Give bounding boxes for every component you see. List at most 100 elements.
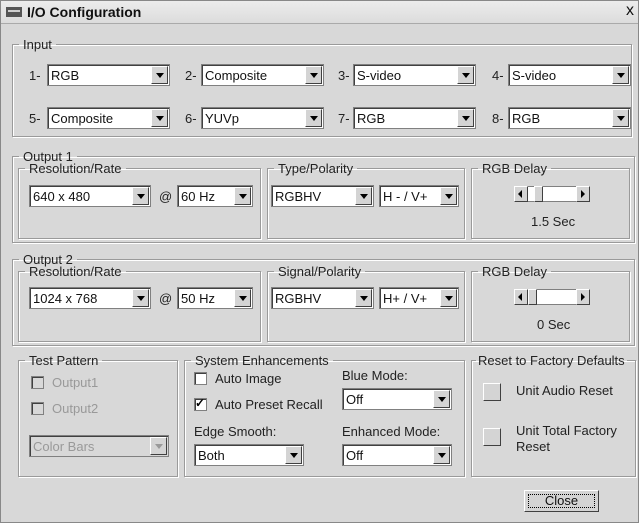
chevron-down-icon[interactable] [285,446,302,464]
input-1-select[interactable]: RGB [47,64,170,86]
window-title: I/O Configuration [27,4,142,20]
output2-polarity-value: H+ / V+ [383,291,428,306]
enhanced-mode-select[interactable]: Off [342,444,452,466]
auto-image-label: Auto Image [215,371,282,386]
output2-rate-value: 50 Hz [181,291,215,306]
output2-at-label: @ [159,291,173,306]
scroll-right-icon[interactable] [576,289,590,305]
chevron-down-icon[interactable] [234,187,251,205]
unit-total-factory-reset-button[interactable] [483,428,501,446]
input-6-value: YUVp [205,111,239,126]
blue-mode-select[interactable]: Off [342,388,452,410]
close-button[interactable]: Close [524,490,599,512]
output1-test-checkbox[interactable] [31,376,44,389]
output1-type-select[interactable]: RGBHV [271,185,374,207]
input-8-select[interactable]: RGB [508,107,631,129]
window-close-button[interactable]: x [626,2,634,20]
chevron-down-icon[interactable] [305,109,322,127]
slider-thumb[interactable] [533,186,543,202]
chevron-down-icon[interactable] [234,289,251,307]
output1-at-label: @ [159,189,173,204]
output2-signal-legend: Signal/Polarity [278,264,362,279]
chevron-down-icon[interactable] [305,66,322,84]
chevron-down-icon[interactable] [150,437,167,455]
chevron-down-icon[interactable] [132,187,149,205]
output2-delay-slider[interactable] [514,289,590,305]
test-pattern-legend: Test Pattern [29,353,99,368]
output2-rate-select[interactable]: 50 Hz [177,287,253,309]
input-3-label: 3- [338,68,350,83]
output1-delay-slider[interactable] [514,186,590,202]
input-legend: Input [23,37,52,52]
close-button-label: Close [544,493,579,508]
title-bar[interactable]: I/O Configuration x [1,1,638,24]
chevron-down-icon[interactable] [355,187,372,205]
output2-resolution-legend: Resolution/Rate [29,264,122,279]
chevron-down-icon[interactable] [132,289,149,307]
slider-thumb[interactable] [528,289,537,305]
output1-polarity-value: H - / V+ [383,189,428,204]
unit-total-factory-reset-label-line2: Reset [516,439,550,454]
input-5-select[interactable]: Composite [47,107,170,129]
chevron-down-icon[interactable] [440,187,457,205]
input-4-label: 4- [492,68,504,83]
auto-image-checkbox[interactable] [194,372,207,385]
unit-total-factory-reset-label-line1: Unit Total Factory [516,423,617,438]
chevron-down-icon[interactable] [151,109,168,127]
output2-type-select[interactable]: RGBHV [271,287,374,309]
chevron-down-icon[interactable] [457,109,474,127]
input-6-select[interactable]: YUVp [201,107,324,129]
output1-test-label: Output1 [52,375,99,390]
auto-preset-recall-checkbox[interactable] [194,396,207,411]
input-3-select[interactable]: S-video [353,64,476,86]
test-pattern-select[interactable]: Color Bars [29,435,169,457]
scroll-right-icon[interactable] [576,186,590,202]
enhanced-mode-value: Off [346,448,364,463]
reset-group: Reset to Factory Defaults [471,353,636,477]
chevron-down-icon[interactable] [612,109,629,127]
window-menu-icon[interactable] [6,7,22,17]
output2-resolution-value: 1024 x 768 [33,291,98,306]
output1-delay-legend: RGB Delay [482,161,548,176]
test-pattern-value: Color Bars [33,439,95,454]
auto-preset-recall-label: Auto Preset Recall [215,397,323,412]
chevron-down-icon[interactable] [151,66,168,84]
chevron-down-icon[interactable] [612,66,629,84]
scroll-left-icon[interactable] [514,289,528,305]
input-7-value: RGB [357,111,386,126]
output2-test-checkbox[interactable] [31,402,44,415]
input-1-label: 1- [29,68,41,83]
reset-legend: Reset to Factory Defaults [478,353,625,368]
input-2-value: Composite [205,68,268,83]
chevron-down-icon[interactable] [457,66,474,84]
input-2-select[interactable]: Composite [201,64,324,86]
output1-type-value: RGBHV [275,189,322,204]
unit-audio-reset-label: Unit Audio Reset [516,383,613,398]
input-6-label: 6- [185,111,197,126]
output1-type-legend: Type/Polarity [278,161,354,176]
output2-type-value: RGBHV [275,291,322,306]
chevron-down-icon[interactable] [355,289,372,307]
output1-rate-select[interactable]: 60 Hz [177,185,253,207]
output2-polarity-select[interactable]: H+ / V+ [379,287,459,309]
output2-resolution-select[interactable]: 1024 x 768 [29,287,151,309]
chevron-down-icon[interactable] [433,446,450,464]
edge-smooth-value: Both [198,448,225,463]
input-1-value: RGB [51,68,80,83]
edge-smooth-select[interactable]: Both [194,444,304,466]
output1-resolution-select[interactable]: 640 x 480 [29,185,151,207]
input-2-label: 2- [185,68,197,83]
io-configuration-window: I/O Configuration x Input 1- RGB 2- Comp… [0,0,639,523]
output1-rate-value: 60 Hz [181,189,215,204]
blue-mode-value: Off [346,392,364,407]
edge-smooth-label: Edge Smooth: [194,424,277,439]
unit-audio-reset-button[interactable] [483,383,501,401]
scroll-left-icon[interactable] [514,186,528,202]
input-7-select[interactable]: RGB [353,107,476,129]
chevron-down-icon[interactable] [433,390,450,408]
output1-polarity-select[interactable]: H - / V+ [379,185,459,207]
input-4-select[interactable]: S-video [508,64,631,86]
input-4-value: S-video [512,68,557,83]
chevron-down-icon[interactable] [440,289,457,307]
input-3-value: S-video [357,68,402,83]
